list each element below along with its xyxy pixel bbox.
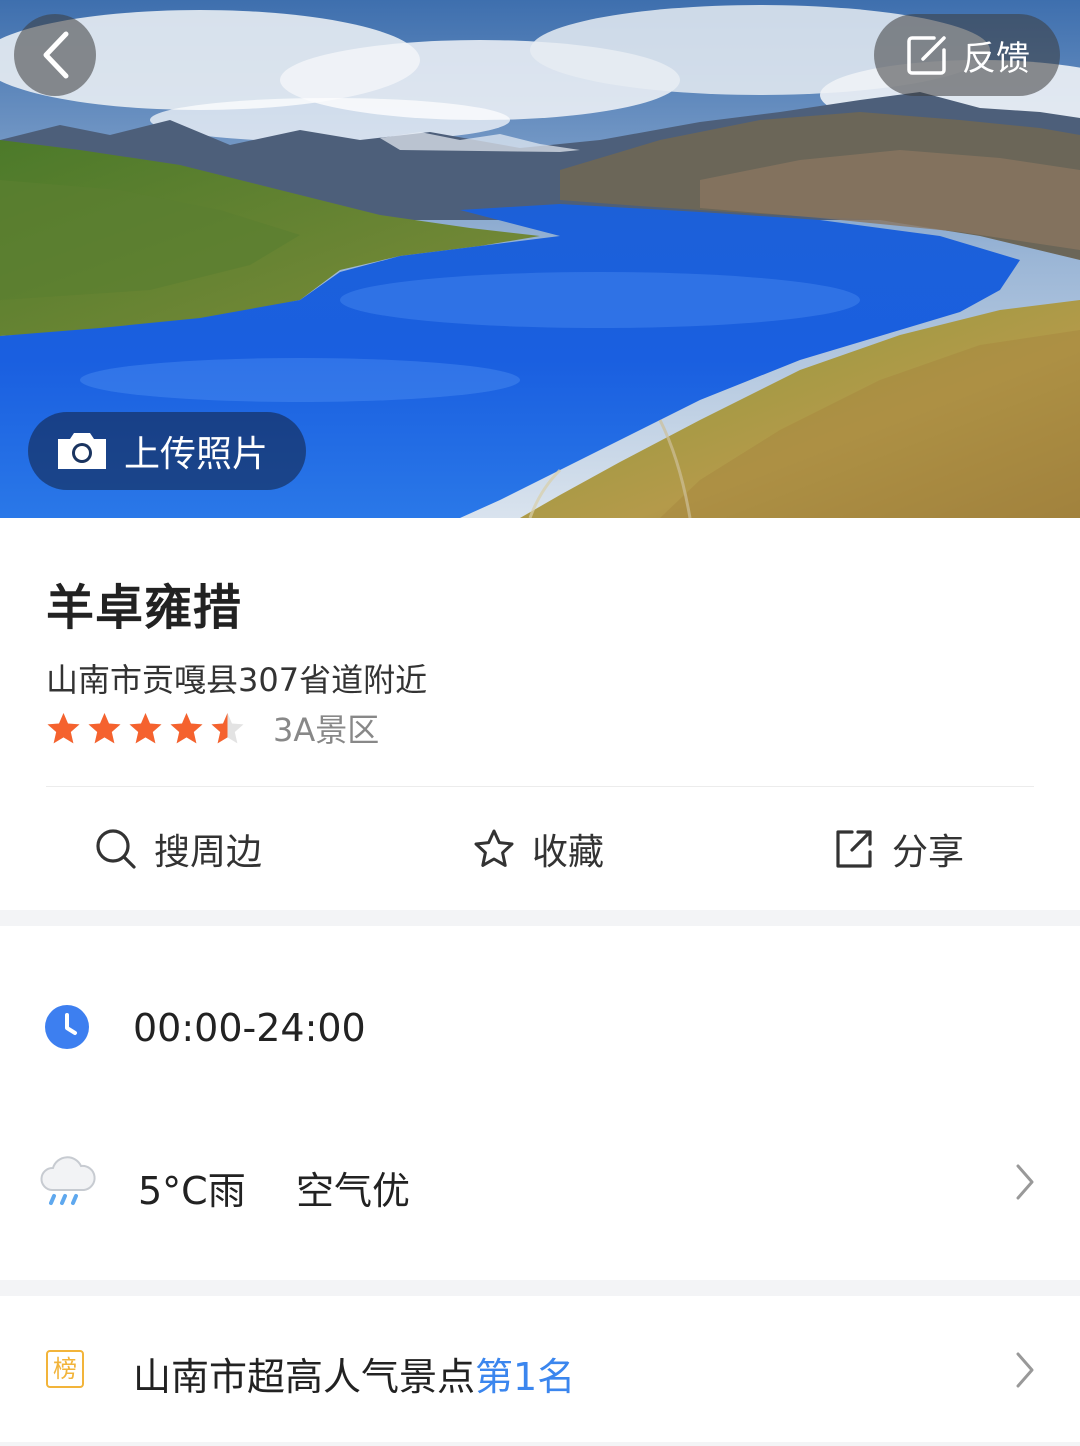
search-nearby-label: 搜周边 [154,832,263,873]
divider [46,786,1034,787]
share-label: 分享 [892,832,965,873]
section-separator [0,910,1080,926]
air-quality: 空气优 [296,1169,411,1213]
opening-hours-row: 00:00-24:00 [0,980,1080,1076]
section-separator [0,1442,1080,1446]
weather-row[interactable]: 5°C雨 空气优 [0,1132,1080,1232]
ranking-row[interactable]: 榜 山南市超高人气景点第1名 [0,1320,1080,1420]
rating-row: 3A景区 [46,706,379,750]
favorite-button[interactable]: 收藏 [472,790,604,908]
search-nearby-button[interactable]: 搜周边 [94,790,262,908]
rating-star-icon [211,712,244,743]
ranking-badge: 榜 [46,1350,84,1388]
section-separator [0,1280,1080,1296]
rating-stars [46,711,245,746]
back-button[interactable] [14,14,96,96]
weather-temperature: 5°C雨 [138,1169,246,1213]
rating-star-icon [88,712,121,743]
share-icon [836,830,872,868]
feedback-button[interactable]: 反馈 [874,14,1060,96]
chevron-left-icon [43,31,69,79]
action-bar: 搜周边 收藏 分享 [0,790,1080,908]
ranking-label: 山南市超高人气景点 [133,1355,476,1399]
rain-cloud-icon [40,1156,96,1205]
star-outline-icon [474,829,514,867]
upload-photo-label: 上传照片 [124,434,269,475]
camera-icon [58,433,106,469]
rating-star-icon [170,712,203,743]
opening-hours-text: 00:00-24:00 [133,1006,366,1050]
favorite-label: 收藏 [532,832,605,873]
clock-icon [45,1005,89,1049]
share-button[interactable]: 分享 [832,790,964,908]
ranking-text: 山南市超高人气景点第1名 [133,1346,575,1401]
ranking-position: 第1名 [475,1355,576,1399]
chevron-right-icon [1016,1164,1034,1200]
feedback-label: 反馈 [962,38,1030,79]
upload-photo-button[interactable]: 上传照片 [28,412,306,490]
edit-icon [907,36,946,75]
chevron-right-icon [1016,1352,1034,1388]
poi-address: 山南市贡嘎县307省道附近 [46,661,428,699]
search-icon [96,829,136,869]
poi-title: 羊卓雍措 [46,580,243,636]
hero-photo: 反馈 上传照片 [0,0,1080,518]
scenic-level: 3A景区 [273,711,380,749]
rating-star-icon [129,712,162,743]
rating-star-icon [47,712,80,743]
